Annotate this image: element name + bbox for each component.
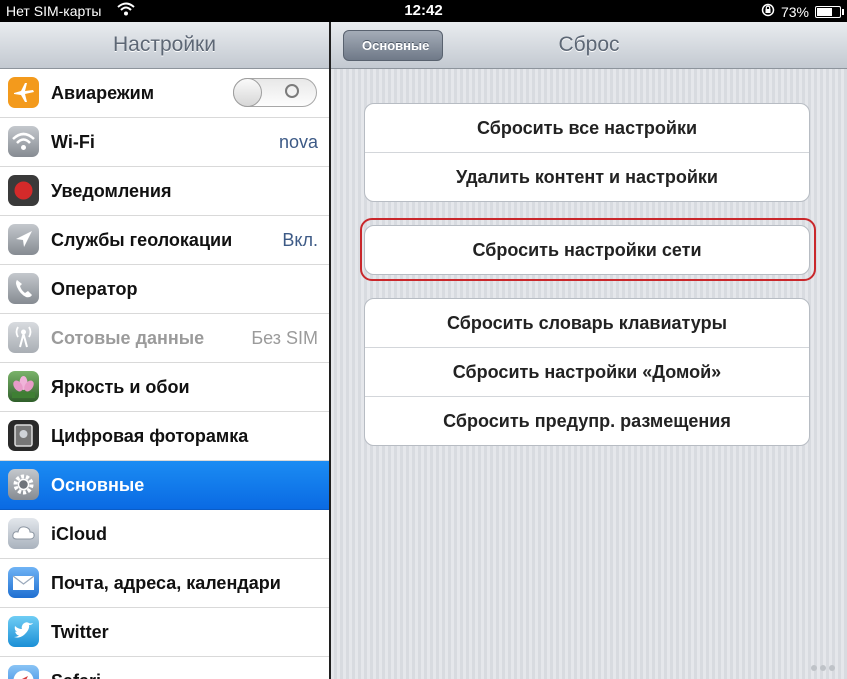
sidebar-item-label: Safari (51, 657, 101, 679)
sidebar-item-airplane-mode[interactable]: Авиарежим (0, 69, 329, 118)
settings-sidebar: Настройки Авиарежим Wi-Fi nova Уведомлен… (0, 22, 329, 679)
status-right: 73% (761, 3, 844, 20)
sidebar-item-label: Яркость и обои (51, 377, 190, 397)
sidebar-item-label: Оператор (51, 279, 138, 299)
sidebar-item-value: Без SIM (251, 328, 318, 348)
sidebar-item-location-services[interactable]: Службы геолокации Вкл. (0, 216, 329, 265)
battery-icon (815, 5, 844, 18)
sidebar-item-label: Почта, адреса, календари (51, 573, 281, 593)
sidebar-item-wifi[interactable]: Wi-Fi nova (0, 118, 329, 167)
sidebar-item-label: Уведомления (51, 181, 172, 201)
sidebar-item-safari[interactable]: Safari (0, 657, 329, 679)
notifications-icon (8, 175, 39, 206)
sidebar-item-label: Wi-Fi (51, 132, 95, 152)
sidebar-item-label: Twitter (51, 622, 109, 642)
toggle-knob (233, 78, 262, 107)
sidebar-item-value: Вкл. (282, 230, 318, 250)
toggle-off-indicator (285, 84, 299, 98)
sidebar-item-carrier[interactable]: Оператор (0, 265, 329, 314)
cloud-icon (8, 518, 39, 549)
sidebar-item-label: Сотовые данные (51, 328, 205, 348)
detail-navbar: Основные Сброс (331, 22, 847, 69)
mail-icon (8, 567, 39, 598)
airplane-icon (8, 77, 39, 108)
sidebar-item-general[interactable]: Основные (0, 461, 329, 510)
sidebar-item-label: iCloud (51, 524, 107, 544)
reset-home-layout-button[interactable]: Сбросить настройки «Домой» (365, 348, 809, 397)
reset-group-general: Сбросить все настройки Удалить контент и… (364, 103, 810, 202)
sidebar-item-notifications[interactable]: Уведомления (0, 167, 329, 216)
reset-panel: Основные Сброс Сбросить все настройки Уд… (331, 22, 847, 679)
photo-frame-icon (8, 420, 39, 451)
sidebar-item-picture-frame[interactable]: Цифровая фоторамка (0, 412, 329, 461)
reset-group-other: Сбросить словарь клавиатуры Сбросить нас… (364, 298, 810, 446)
gear-icon (8, 469, 39, 500)
reset-keyboard-dictionary-button[interactable]: Сбросить словарь клавиатуры (365, 299, 809, 348)
sidebar-title: Настройки (0, 22, 329, 69)
phone-icon (8, 273, 39, 304)
location-icon (8, 224, 39, 255)
rotation-lock-icon (761, 3, 775, 20)
twitter-icon (8, 616, 39, 647)
sidebar-item-value: nova (278, 132, 318, 152)
wifi-icon (8, 126, 39, 157)
sidebar-item-label: Службы геолокации (51, 230, 233, 250)
sidebar-item-label: Авиарежим (51, 83, 155, 103)
clock: 12:42 (404, 2, 443, 19)
safari-icon (8, 665, 39, 679)
reset-all-settings-button[interactable]: Сбросить все настройки (365, 104, 809, 153)
cellular-icon (8, 322, 39, 353)
reset-network-settings-button[interactable]: Сбросить настройки сети (365, 226, 809, 274)
page-title: Сброс (558, 33, 620, 56)
sidebar-item-cellular-data[interactable]: Сотовые данные Без SIM (0, 314, 329, 363)
sidebar-item-twitter[interactable]: Twitter (0, 608, 329, 657)
sidebar-item-label: Основные (51, 475, 145, 495)
brightness-icon (8, 371, 39, 402)
sidebar-item-mail-contacts-calendars[interactable]: Почта, адреса, календари (0, 559, 329, 608)
reset-location-warnings-button[interactable]: Сбросить предупр. размещения (365, 397, 809, 445)
sidebar-item-label: Цифровая фоторамка (51, 426, 249, 446)
battery-percent: 73% (780, 3, 809, 20)
erase-content-settings-button[interactable]: Удалить контент и настройки (365, 153, 809, 201)
status-bar: Нет SIM-карты 12:42 73% (0, 0, 847, 22)
watermark-dots (811, 665, 837, 673)
sidebar-item-brightness-wallpaper[interactable]: Яркость и обои (0, 363, 329, 412)
reset-group-network: Сбросить настройки сети (364, 225, 810, 275)
sidebar-item-icloud[interactable]: iCloud (0, 510, 329, 559)
airplane-mode-toggle[interactable] (233, 78, 317, 107)
